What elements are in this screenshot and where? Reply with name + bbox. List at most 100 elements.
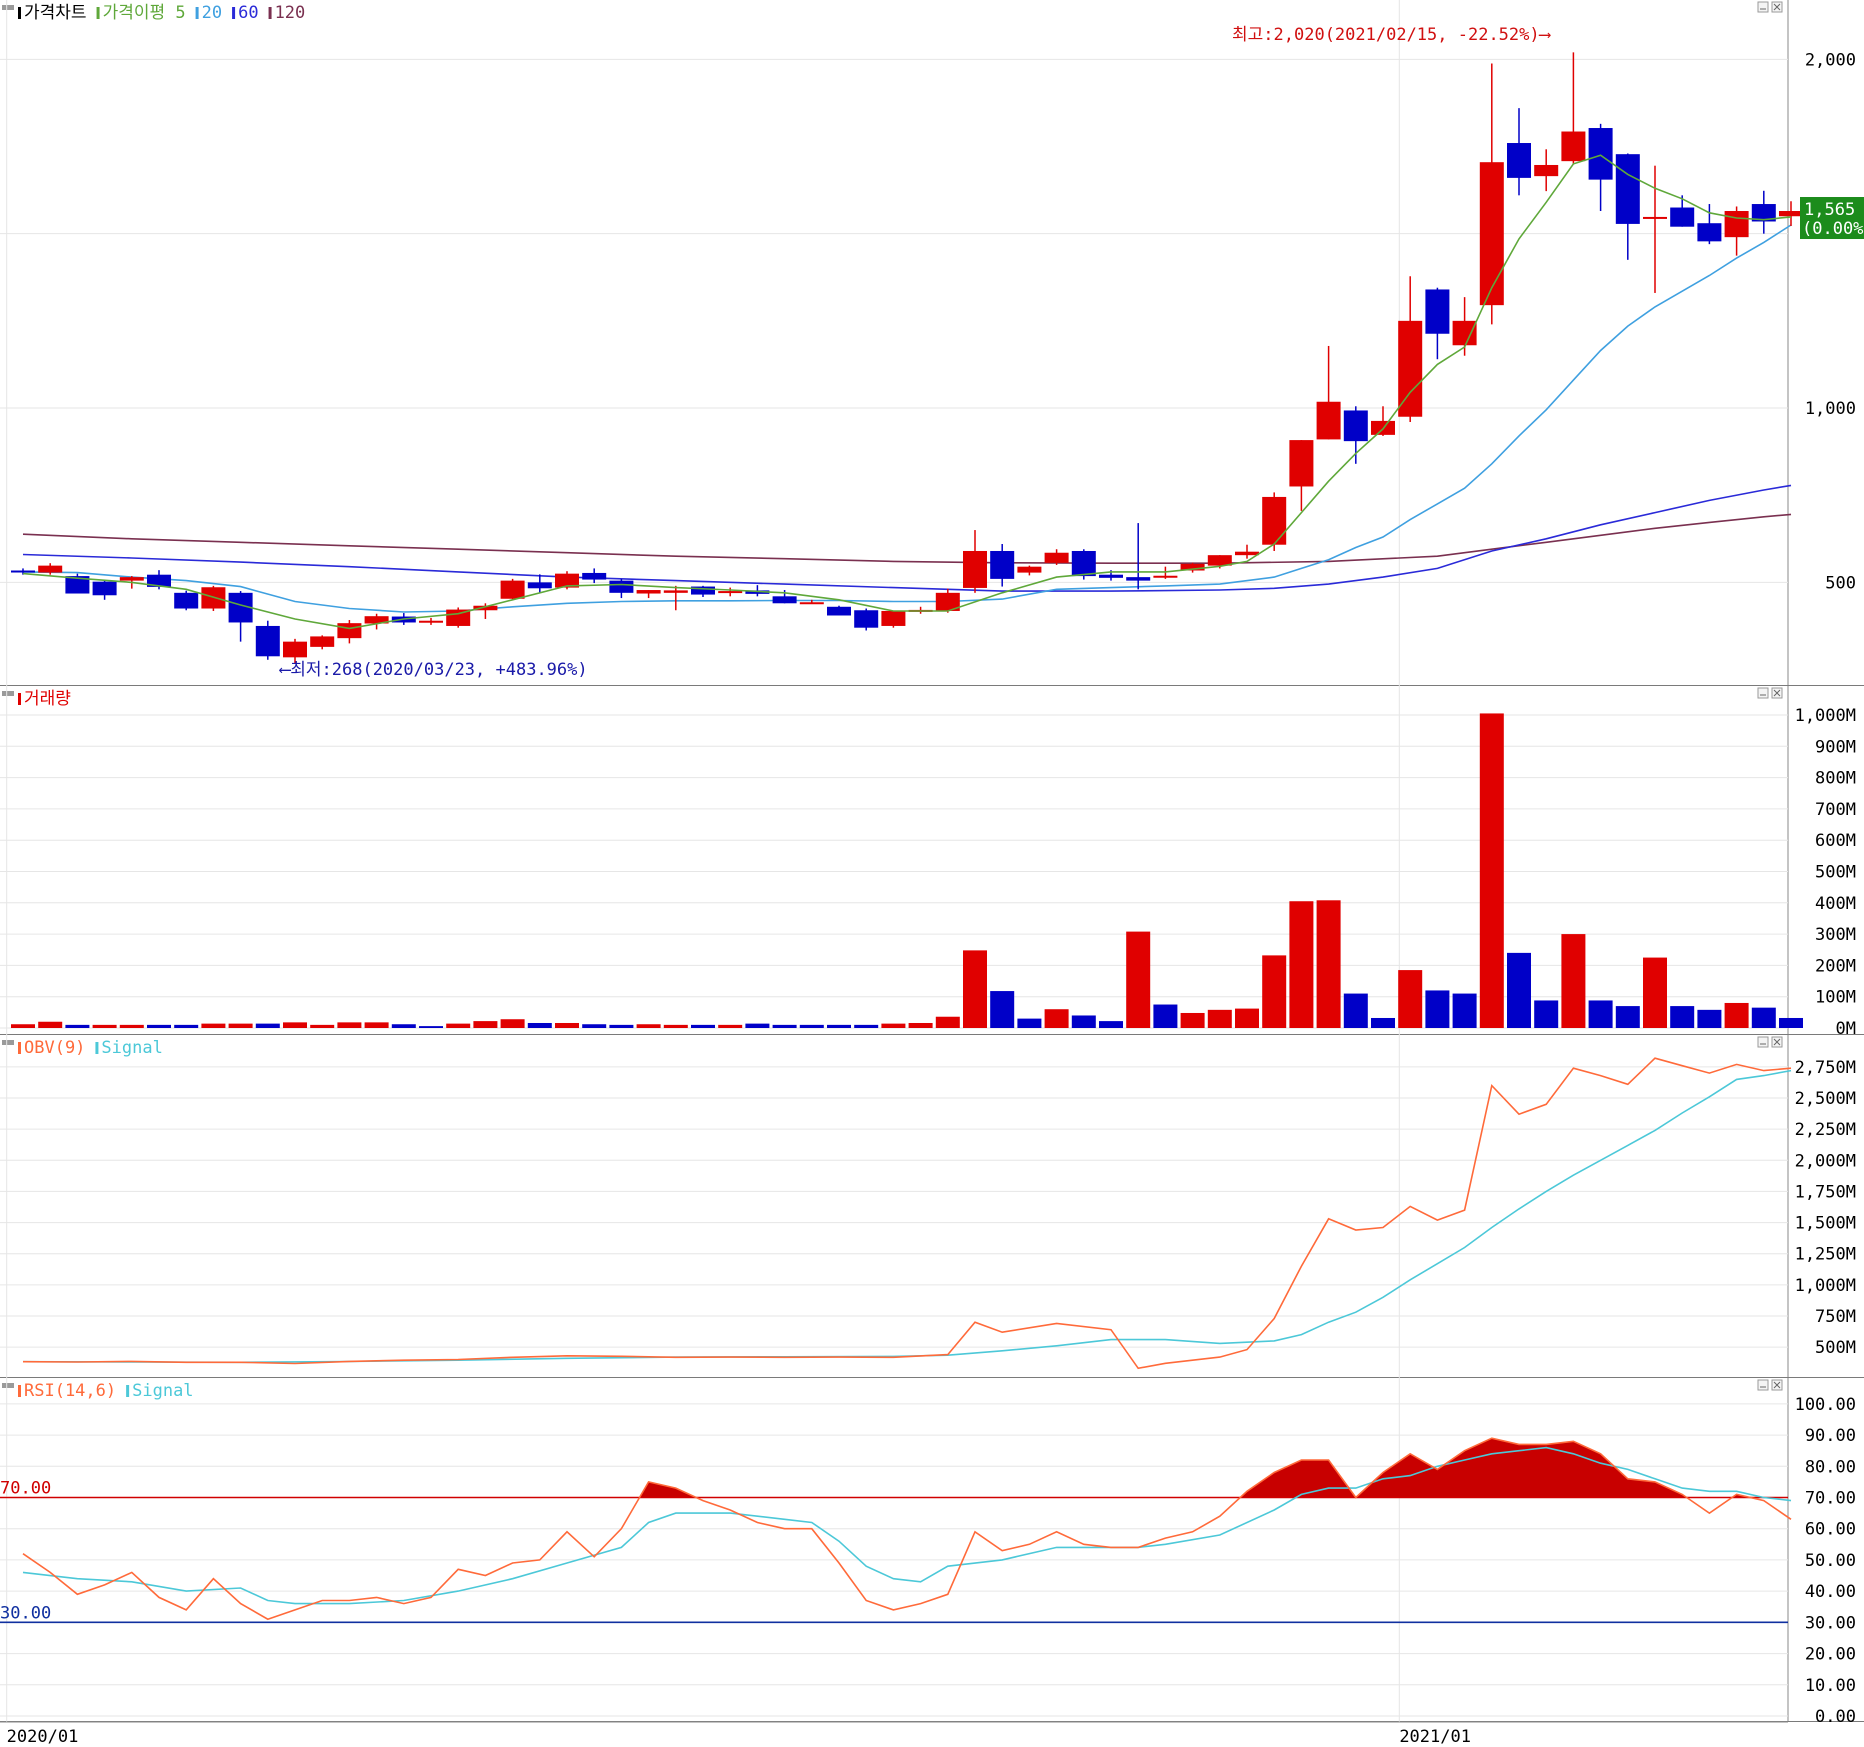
y-tick-label: 1,250M xyxy=(1795,1245,1856,1265)
volume-bar xyxy=(1044,1009,1069,1028)
candle-body xyxy=(1343,410,1368,442)
pane-minimize-icon[interactable] xyxy=(1757,1379,1769,1391)
volume-bar xyxy=(1099,1021,1123,1028)
candle-body xyxy=(337,623,362,639)
volume-bar xyxy=(1343,993,1368,1028)
y-tick-label: 1,000M xyxy=(1795,1276,1856,1296)
pane-background xyxy=(0,1378,1864,1722)
candle-body xyxy=(1643,216,1667,219)
pane-minimize-icon[interactable] xyxy=(1757,1,1769,13)
candle-body xyxy=(1479,162,1504,306)
volume-bar xyxy=(310,1024,335,1028)
volume-bar xyxy=(255,1023,280,1028)
y-tick-label: 1,000M xyxy=(1795,706,1856,726)
volume-bar xyxy=(1697,1009,1722,1028)
volume-bar xyxy=(1561,934,1586,1028)
volume-bar xyxy=(1071,1015,1096,1028)
candle xyxy=(174,590,199,611)
pane-minimize-icon[interactable] xyxy=(1757,687,1769,699)
volume-bar xyxy=(201,1023,226,1028)
legend-marker xyxy=(232,7,236,19)
volume-bar xyxy=(1316,900,1341,1028)
candle xyxy=(827,605,851,616)
volume-bar xyxy=(1534,1000,1559,1028)
y-tick-label: 900M xyxy=(1815,737,1856,757)
volume-bar xyxy=(283,1022,307,1028)
volume-bar xyxy=(1452,993,1477,1028)
y-tick-label: 20.00 xyxy=(1805,1645,1856,1665)
candle-body xyxy=(1099,574,1123,578)
legend-marker xyxy=(18,693,21,705)
y-tick-label: 300M xyxy=(1815,925,1856,945)
volume-bar xyxy=(990,991,1015,1028)
candle-body xyxy=(92,581,117,596)
candle-body xyxy=(255,625,280,657)
y-tick-label: 1,000 xyxy=(1805,399,1856,419)
candle-body xyxy=(963,550,987,588)
volume-bar xyxy=(908,1022,933,1028)
candle-body xyxy=(419,620,443,623)
legend-marker xyxy=(18,1042,21,1054)
pane-obv: 500M 750M 1,000M 1,250M 1,500M 1,750M 2,000M 2,… xyxy=(0,1035,1864,1379)
volume-bar xyxy=(1398,970,1423,1028)
volume-bar xyxy=(1235,1008,1259,1028)
pane-minimize-icon[interactable] xyxy=(1757,1036,1769,1048)
y-tick-label: 90.00 xyxy=(1805,1426,1856,1446)
legend-marker xyxy=(126,1385,130,1397)
volume-bar xyxy=(1615,1006,1640,1028)
volume-bar xyxy=(881,1023,906,1028)
legend-label-price-0: 가격차트 xyxy=(24,3,87,23)
volume-bar xyxy=(391,1024,416,1028)
volume-bar xyxy=(228,1023,253,1028)
candle-body xyxy=(663,590,688,593)
legend-label-price-3: 60 xyxy=(238,3,258,23)
volume-bar xyxy=(1153,1004,1178,1028)
y-tick-label: 400M xyxy=(1815,894,1856,914)
stock-chart: 500 1,000 2,000 가격차트 가격이평 5 20 60 120 최고:2,020(2… xyxy=(0,0,1864,1747)
candle-body xyxy=(1316,401,1341,440)
candle-body xyxy=(119,577,144,581)
volume-bar xyxy=(854,1024,879,1028)
y-tick-label: 60.00 xyxy=(1805,1520,1856,1540)
volume-bar xyxy=(1289,901,1314,1028)
volume-bar xyxy=(963,950,987,1028)
candle-body xyxy=(1235,551,1259,556)
volume-bar xyxy=(92,1024,117,1028)
pane-rsi: 0.0010.0020.0030.0040.0050.0060.0070.008… xyxy=(0,1378,1864,1727)
y-tick-label: 700M xyxy=(1815,800,1856,820)
legend-marker xyxy=(18,1385,21,1397)
volume-bar xyxy=(582,1024,607,1028)
legend-label-rsi-0: RSI(14,6) xyxy=(24,1381,116,1401)
volume-bar xyxy=(446,1023,471,1028)
volume-bar xyxy=(11,1024,35,1028)
candle-body xyxy=(11,570,35,573)
y-tick-label: 2,000M xyxy=(1795,1151,1856,1171)
volume-bar xyxy=(1643,957,1667,1028)
volume-bar xyxy=(1371,1017,1395,1028)
y-tick-label: 500M xyxy=(1815,1338,1856,1358)
volume-bar xyxy=(1724,1002,1749,1028)
candle xyxy=(201,585,226,611)
candle-body xyxy=(1615,154,1640,224)
volume-bar xyxy=(1507,952,1531,1028)
y-tick-label: 200M xyxy=(1815,956,1856,976)
volume-bar xyxy=(1779,1017,1803,1028)
legend-label-price-2: 20 xyxy=(202,3,222,23)
y-tick-label: 2,000 xyxy=(1805,50,1856,70)
candle-body xyxy=(1697,223,1722,242)
volume-bar xyxy=(337,1022,362,1028)
legend-label-price-1: 가격이평 5 xyxy=(103,3,186,23)
legend-label-price-4: 120 xyxy=(275,3,306,23)
candle-body xyxy=(1534,164,1559,177)
pane-background xyxy=(0,1035,1864,1378)
volume-bar xyxy=(691,1024,715,1028)
candle-body xyxy=(1017,566,1042,573)
high-price-annotation: 최고:2,020(2021/02/15, -22.52%)⟶ xyxy=(1232,25,1552,45)
y-tick-label: 1,750M xyxy=(1795,1182,1856,1202)
candle-body xyxy=(827,606,851,616)
pane-grip-icon xyxy=(2,5,14,10)
candle-body xyxy=(1071,550,1096,577)
volume-bar xyxy=(827,1024,851,1028)
pane-background xyxy=(0,0,1864,686)
candle xyxy=(255,620,280,660)
